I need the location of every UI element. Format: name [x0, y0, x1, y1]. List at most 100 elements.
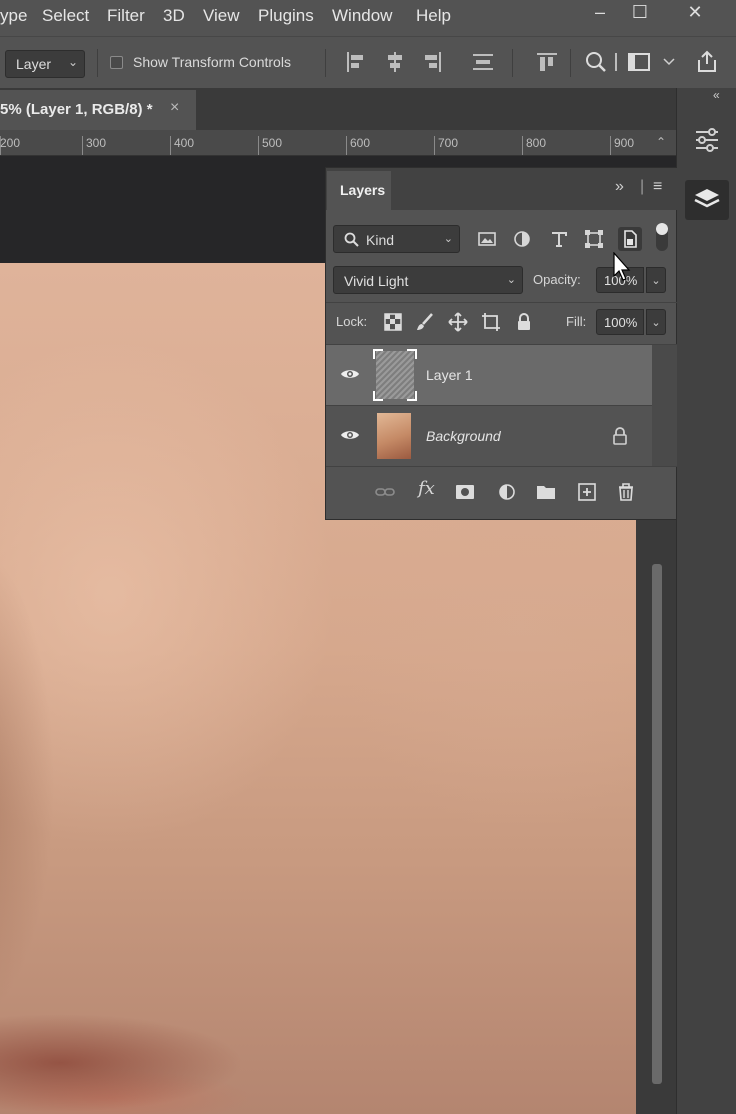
lock-all-icon[interactable]: [513, 311, 535, 333]
collapse-panel-icon[interactable]: »: [615, 178, 624, 196]
minimize-button[interactable]: –: [580, 0, 620, 28]
options-separator: [97, 49, 98, 77]
align-horizontal-centers-icon[interactable]: [382, 49, 408, 75]
layers-tab[interactable]: Layers: [327, 171, 391, 210]
workspace-icon[interactable]: [626, 49, 652, 75]
blend-mode-value: Vivid Light: [344, 273, 409, 289]
layer-lock-icon[interactable]: [612, 427, 628, 445]
document-tab-title: 5% (Layer 1, RGB/8) *: [0, 101, 153, 118]
layer-name[interactable]: Background: [426, 428, 501, 444]
ruler-label: 800: [526, 136, 547, 150]
blend-mode-dropdown[interactable]: Vivid Light ⌄: [333, 266, 523, 294]
ruler-label: 500: [262, 136, 283, 150]
add-mask-icon[interactable]: [454, 481, 476, 503]
visibility-eye-icon[interactable]: [340, 367, 360, 381]
menu-view[interactable]: View: [203, 6, 240, 26]
vertical-scrollbar[interactable]: [636, 520, 676, 1114]
options-separator: [325, 49, 326, 77]
maximize-button[interactable]: ☐: [620, 0, 660, 28]
ruler-label: 600: [350, 136, 371, 150]
thumbnail-selection-corner: [373, 391, 383, 401]
adjustment-layer-filter-icon[interactable]: [510, 227, 534, 251]
ruler-label: 200: [0, 136, 21, 150]
thumbnail-selection-corner: [407, 349, 417, 359]
lock-image-pixels-icon[interactable]: [414, 311, 436, 333]
menu-plugins[interactable]: Plugins: [258, 6, 314, 26]
search-icon[interactable]: [583, 49, 609, 75]
ruler-tick: [258, 136, 259, 155]
show-transform-controls-checkbox[interactable]: [110, 56, 123, 69]
align-top-edges-icon[interactable]: [534, 49, 560, 75]
layer-name[interactable]: Layer 1: [426, 367, 473, 383]
ruler-tick: [522, 136, 523, 155]
filter-type-dropdown[interactable]: Kind ⌄: [333, 225, 460, 253]
pixel-layer-filter-icon[interactable]: [475, 227, 499, 251]
ruler-tick: [346, 136, 347, 155]
layers-list-scrollbar[interactable]: [652, 345, 677, 466]
ruler-label: 700: [438, 136, 459, 150]
lock-label: Lock:: [336, 314, 368, 329]
smart-object-filter-icon[interactable]: [618, 227, 642, 251]
collapse-dock-icon[interactable]: «: [713, 88, 720, 102]
ruler-scroll-up-icon[interactable]: ⌃: [656, 135, 666, 149]
scrollbar-thumb[interactable]: [652, 564, 662, 1084]
menu-window[interactable]: Window: [332, 6, 392, 26]
layer-thumbnail: [377, 413, 411, 459]
menu-3d[interactable]: 3D: [163, 6, 185, 26]
share-icon[interactable]: [694, 49, 720, 75]
fill-chevron-icon[interactable]: ⌄: [646, 309, 666, 335]
show-transform-controls-label: Show Transform Controls: [133, 54, 291, 70]
right-panel-dock: «: [676, 88, 736, 1114]
chevron-down-icon: ⌄: [443, 233, 453, 245]
close-tab-icon[interactable]: ×: [170, 99, 179, 117]
menu-bar: ype Select Filter 3D View Plugins Window…: [0, 0, 736, 36]
layers-panel-icon[interactable]: [685, 180, 729, 220]
close-window-button[interactable]: ✕: [675, 0, 715, 28]
align-right-edges-icon[interactable]: [419, 49, 445, 75]
photoshop-window: ype Select Filter 3D View Plugins Window…: [0, 0, 736, 1114]
panel-divider: [326, 302, 677, 303]
type-layer-filter-icon[interactable]: [547, 227, 571, 251]
auto-select-target-value: Layer: [16, 56, 52, 72]
chevron-down-icon[interactable]: [662, 49, 676, 75]
ruler-tick: [170, 136, 171, 155]
delete-layer-icon[interactable]: [615, 481, 637, 503]
document-tab[interactable]: 5% (Layer 1, RGB/8) * ×: [0, 90, 196, 130]
menu-select[interactable]: Select: [42, 6, 89, 26]
new-adjustment-layer-icon[interactable]: [496, 481, 518, 503]
shape-layer-filter-icon[interactable]: [582, 227, 606, 251]
search-icon: [344, 232, 359, 247]
header-divider-icon: |: [640, 178, 645, 195]
chevron-down-icon: ⌄: [506, 274, 516, 286]
lock-transparent-pixels-icon[interactable]: [382, 311, 404, 333]
document-tab-strip: 5% (Layer 1, RGB/8) * ×: [0, 88, 676, 130]
panel-menu-icon[interactable]: ≡: [653, 178, 662, 196]
ruler-label: 400: [174, 136, 195, 150]
layers-panel-header: Layers » | ≡: [326, 168, 677, 210]
distribute-icon[interactable]: [470, 49, 496, 75]
layer-row[interactable]: Background: [326, 406, 652, 466]
fill-field[interactable]: 100%: [596, 309, 644, 335]
options-separator: [570, 49, 571, 77]
opacity-chevron-icon[interactable]: ⌄: [646, 267, 666, 293]
lock-position-icon[interactable]: [447, 311, 469, 333]
auto-select-target-dropdown[interactable]: Layer ⌄: [5, 50, 85, 78]
link-layers-icon[interactable]: [374, 481, 396, 503]
menu-type[interactable]: ype: [0, 6, 27, 26]
filter-toggle-switch[interactable]: [656, 223, 668, 251]
layer-style-fx-icon[interactable]: fx: [418, 478, 435, 499]
layer-row[interactable]: Layer 1: [326, 345, 652, 405]
menu-filter[interactable]: Filter: [107, 6, 145, 26]
ruler-label: 300: [86, 136, 107, 150]
menu-help[interactable]: Help: [416, 6, 451, 26]
new-group-icon[interactable]: [535, 481, 557, 503]
align-left-edges-icon[interactable]: [343, 49, 369, 75]
adjustments-icon[interactable]: [685, 120, 729, 160]
horizontal-ruler[interactable]: 200 300 400 500 600 700 800 900 ⌃: [0, 130, 676, 156]
ruler-tick: [434, 136, 435, 155]
lock-artboard-icon[interactable]: [480, 311, 502, 333]
fill-label: Fill:: [566, 314, 587, 329]
new-layer-icon[interactable]: [576, 481, 598, 503]
options-bar: Layer ⌄ Show Transform Controls: [0, 36, 736, 88]
visibility-eye-icon[interactable]: [340, 428, 360, 442]
